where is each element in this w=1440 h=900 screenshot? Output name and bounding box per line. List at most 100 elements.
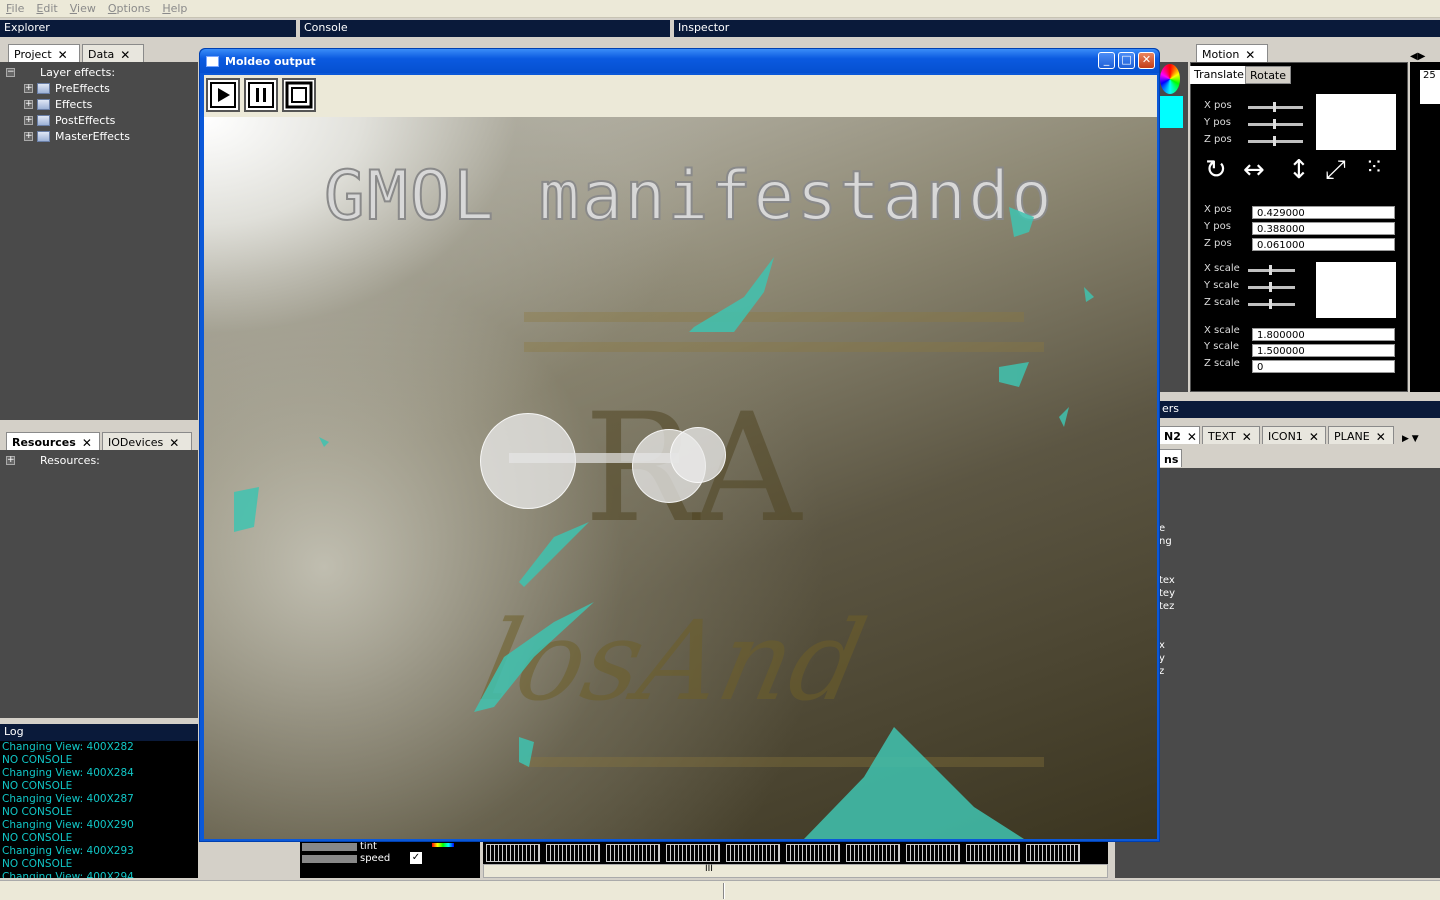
yscale-slider[interactable] [1248, 282, 1295, 292]
move-vertical-icon[interactable]: ↕ [1288, 155, 1310, 185]
move-horizontal-icon[interactable]: ↔ [1243, 155, 1265, 185]
subtab-translate[interactable]: Translate [1190, 66, 1248, 84]
timeline-thumbnail[interactable] [786, 844, 840, 862]
menu-file[interactable]: File [0, 0, 30, 17]
tab-data[interactable]: Data ✕ [82, 44, 144, 62]
log-line: NO CONSOLE [2, 832, 73, 844]
close-icon[interactable]: ✕ [1138, 52, 1155, 69]
tab-label: Project [14, 48, 52, 61]
rotate-icon[interactable]: ↻ [1205, 155, 1227, 185]
expand-icon[interactable]: + [24, 83, 33, 93]
scrollbar-grip[interactable]: III [705, 864, 713, 874]
timeline-thumbnail[interactable] [666, 844, 720, 862]
arrow-right-icon[interactable]: ▶ [1418, 51, 1426, 62]
tabs-more-icon[interactable]: ▶ ▼ [1402, 434, 1419, 444]
play-button[interactable] [206, 78, 240, 112]
xscale-field[interactable]: 1.800000 [1252, 328, 1395, 341]
param-label: e [1159, 523, 1166, 534]
tree-item-preeffects[interactable]: + PreEffects [6, 80, 130, 96]
tab-layer-icon1[interactable]: ICON1 ✕ [1262, 426, 1326, 444]
pause-button[interactable] [244, 78, 278, 112]
timeline-scrollbar[interactable] [483, 864, 1108, 878]
timeline-thumbnail[interactable] [546, 844, 600, 862]
close-icon[interactable]: ✕ [120, 49, 130, 61]
tab-layer-plane[interactable]: PLANE ✕ [1328, 426, 1394, 444]
tab-layer-text[interactable]: TEXT ✕ [1202, 426, 1260, 444]
zpos-field[interactable]: 0.061000 [1252, 238, 1395, 251]
arrow-left-icon[interactable]: ◀ [1410, 51, 1418, 62]
tree-label: Layer effects: [40, 65, 116, 79]
xpos-field[interactable]: 0.429000 [1252, 206, 1395, 219]
timeline-thumbnail[interactable] [726, 844, 780, 862]
menu-view[interactable]: View [64, 0, 102, 17]
resources-root[interactable]: + Resources: [6, 452, 100, 468]
ypos-field[interactable]: 0.388000 [1252, 222, 1395, 235]
output-canvas[interactable]: RA losAnd GMOL manifestando [204, 117, 1157, 839]
layers-subtab[interactable]: ns [1158, 449, 1182, 467]
tree-item-posteffects[interactable]: + PostEffects [6, 112, 130, 128]
expand-icon[interactable]: + [24, 131, 33, 141]
tab-motion[interactable]: Motion ✕ [1196, 44, 1268, 62]
tab-project[interactable]: Project ✕ [8, 44, 80, 62]
param-label: y [1159, 653, 1165, 664]
zscale-field[interactable]: 0 [1252, 360, 1395, 373]
ypos-slider[interactable] [1248, 119, 1303, 129]
right-scroll-arrows[interactable]: ◀ ▶ [1410, 40, 1440, 62]
subtab-rotate[interactable]: Rotate [1245, 66, 1292, 84]
timeline-thumbnail[interactable] [906, 844, 960, 862]
close-icon[interactable]: ✕ [1242, 431, 1252, 443]
speed-checkbox[interactable]: ✓ [410, 852, 422, 864]
log-line: Changing View: 400X282 [2, 741, 134, 753]
timeline-thumbnail[interactable] [486, 844, 540, 862]
close-icon[interactable]: ✕ [58, 49, 68, 61]
zscale-slider[interactable] [1248, 299, 1295, 309]
right-value-box[interactable]: 25 [1420, 70, 1440, 104]
window-titlebar[interactable]: Moldeo output [200, 49, 1159, 73]
yscale-slider-label: Y scale [1204, 280, 1240, 291]
close-icon[interactable]: ✕ [1376, 431, 1386, 443]
xpos-slider[interactable] [1248, 102, 1303, 112]
translate-preview[interactable] [1316, 94, 1396, 150]
right-dark-strip [1410, 62, 1440, 392]
expand-icon[interactable]: + [24, 99, 33, 109]
resources-tabs: Resources ✕ IODevices ✕ [0, 424, 198, 450]
tab-label: Resources [12, 436, 76, 449]
maximize-icon[interactable]: □ [1118, 52, 1135, 69]
menu-help[interactable]: Help [156, 0, 193, 17]
explorer-tabs: Project ✕ Data ✕ [0, 38, 198, 62]
close-icon[interactable]: ✕ [82, 437, 92, 449]
close-icon[interactable]: ✕ [169, 437, 179, 449]
tree-root[interactable]: − Layer effects: [6, 64, 130, 80]
timeline-thumbnail[interactable] [1026, 844, 1080, 862]
speed-slider[interactable] [302, 855, 357, 863]
minimize-icon[interactable]: _ [1098, 52, 1115, 69]
ypos-label: Y pos [1204, 221, 1231, 232]
fullscreen-button[interactable] [282, 78, 316, 112]
tab-layer-n2[interactable]: N2 ✕ [1158, 426, 1200, 444]
scatter-icon[interactable]: ⁙ [1365, 155, 1383, 180]
timeline-thumbnail[interactable] [606, 844, 660, 862]
tab-iodevices[interactable]: IODevices ✕ [102, 432, 192, 450]
tint-slider[interactable] [302, 843, 357, 851]
layer-tree: − Layer effects: + PreEffects + Effects + Po… [6, 64, 130, 144]
timeline-thumbnail[interactable] [846, 844, 900, 862]
tree-item-mastereffects[interactable]: + MasterEffects [6, 128, 130, 144]
xscale-slider[interactable] [1248, 265, 1295, 275]
menu-edit[interactable]: Edit [30, 0, 63, 17]
collapse-icon[interactable]: − [6, 67, 15, 77]
move-diagonal-icon[interactable]: ⤢ [1325, 155, 1346, 186]
close-icon[interactable]: ✕ [1309, 431, 1319, 443]
close-icon[interactable]: ✕ [1187, 431, 1197, 443]
expand-icon[interactable]: + [6, 455, 15, 465]
tree-item-effects[interactable]: + Effects [6, 96, 130, 112]
scale-preview[interactable] [1316, 262, 1396, 318]
tab-resources[interactable]: Resources ✕ [6, 432, 100, 450]
yscale-field[interactable]: 1.500000 [1252, 344, 1395, 357]
close-icon[interactable]: ✕ [1245, 49, 1255, 61]
timeline-thumbnail[interactable] [966, 844, 1020, 862]
color-wheel-icon[interactable] [1160, 64, 1180, 94]
menu-options[interactable]: Options [102, 0, 156, 17]
color-swatch[interactable] [1158, 96, 1183, 128]
zpos-slider[interactable] [1248, 136, 1303, 146]
expand-icon[interactable]: + [24, 115, 33, 125]
